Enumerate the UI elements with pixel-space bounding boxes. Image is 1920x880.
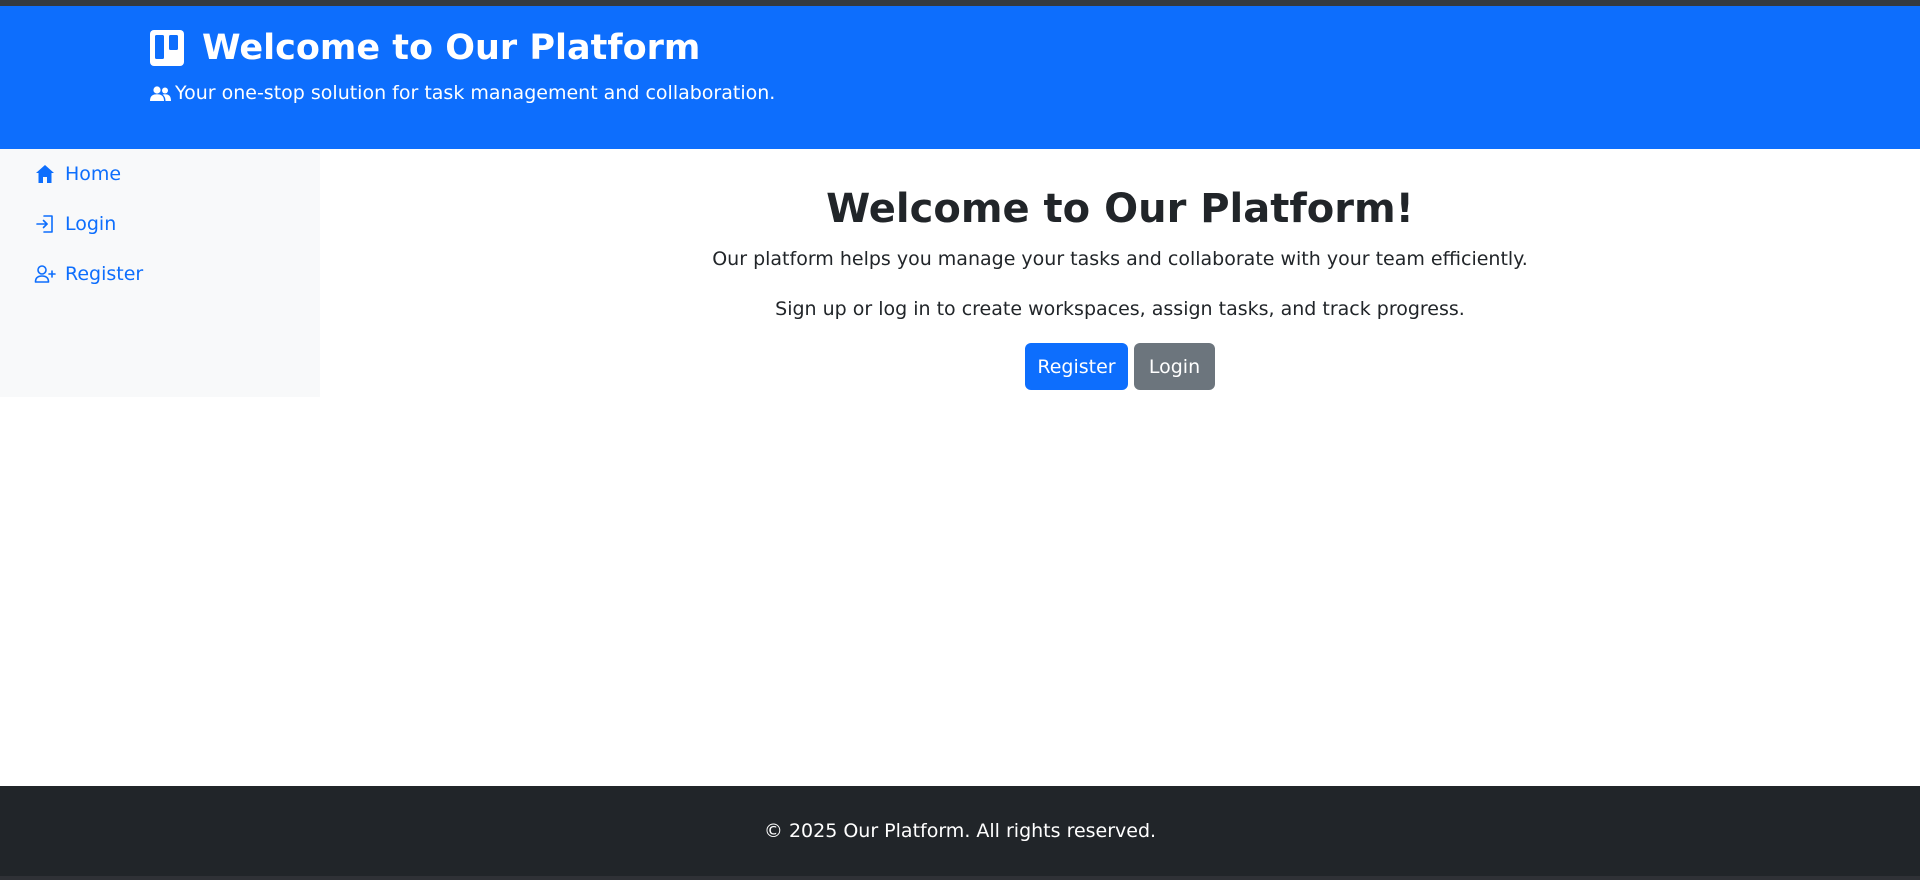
sidebar-item-register[interactable]: Register: [34, 263, 143, 285]
sidebar: Home Login Register: [0, 149, 320, 397]
header-subtitle: Your one-stop solution for task manageme…: [175, 82, 776, 104]
header-title-row: Welcome to Our Platform: [150, 30, 700, 66]
kanban-board-icon: [150, 30, 184, 66]
cta-paragraph: Sign up or log in to create workspaces, …: [775, 298, 1465, 320]
copyright-text: © 2025 Our Platform. All rights reserved…: [763, 820, 1157, 842]
header-title: Welcome to Our Platform: [202, 27, 701, 68]
user-plus-icon: [34, 263, 56, 285]
bottom-edge-bar: [0, 876, 1920, 880]
action-buttons: Register Login: [320, 343, 1920, 390]
register-button[interactable]: Register: [1025, 343, 1128, 390]
intro-paragraph: Our platform helps you manage your tasks…: [712, 248, 1528, 270]
sidebar-item-home[interactable]: Home: [34, 163, 121, 185]
page-title: Welcome to Our Platform!: [826, 186, 1414, 232]
login-button[interactable]: Login: [1134, 343, 1215, 390]
sidebar-item-label: Home: [65, 163, 122, 185]
page-footer: © 2025 Our Platform. All rights reserved…: [0, 786, 1920, 876]
sidebar-item-label: Login: [65, 213, 117, 235]
login-icon: [34, 213, 56, 235]
header-subtitle-row: Your one-stop solution for task manageme…: [150, 84, 775, 103]
users-icon: [150, 85, 171, 102]
page-header: Welcome to Our Platform Your one-stop so…: [0, 6, 1920, 149]
sidebar-item-label: Register: [65, 263, 144, 285]
sidebar-item-login[interactable]: Login: [34, 213, 116, 235]
home-icon: [34, 163, 56, 185]
